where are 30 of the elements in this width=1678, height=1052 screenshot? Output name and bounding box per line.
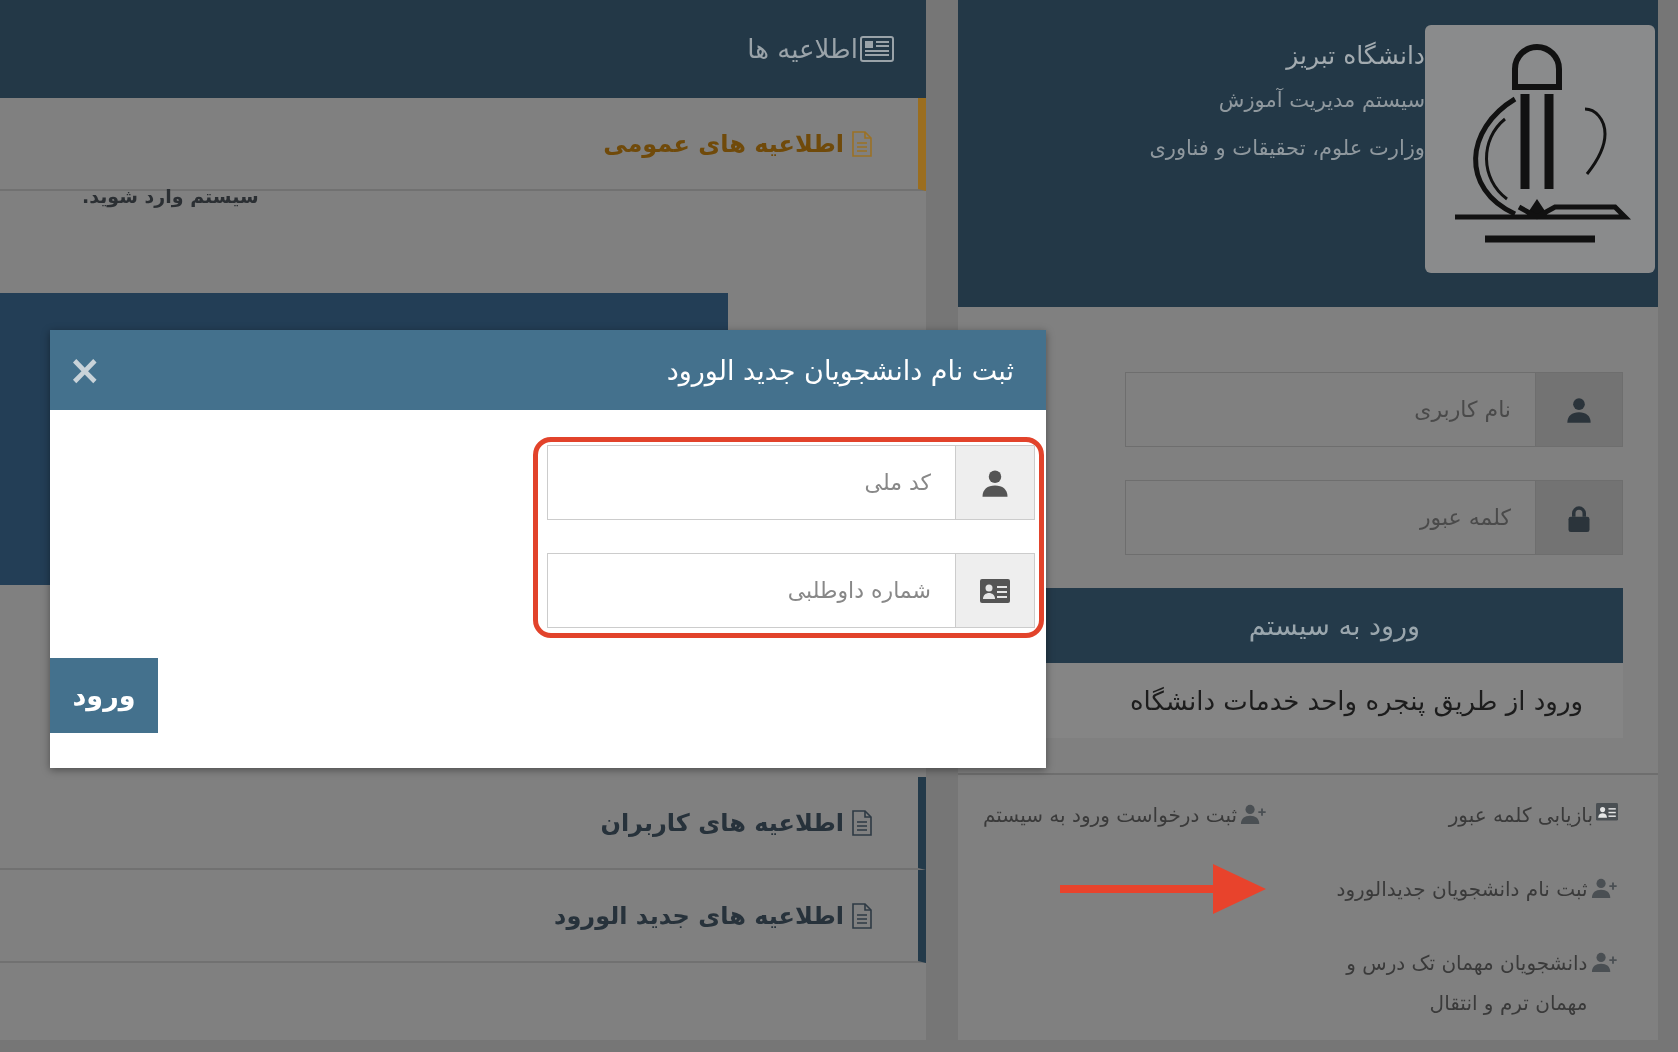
document-icon [852, 130, 872, 157]
submit-button[interactable]: ورود [50, 658, 158, 733]
user-icon [1565, 395, 1593, 424]
section-title: اطلاعیه های عمومی [603, 129, 844, 158]
newspaper-icon [860, 36, 894, 62]
id-card-icon [1596, 803, 1618, 821]
close-button[interactable]: × [64, 350, 106, 390]
link[interactable]: ثبت نام دانشجویان جدیدالورود [1336, 869, 1618, 909]
link[interactable]: دانشجویان مهمان تک درس و مهمان ترم و انتقال [1346, 943, 1618, 1023]
document-icon [852, 902, 872, 929]
user-plus-icon [1590, 951, 1618, 973]
id-card-icon [980, 578, 1010, 603]
national-code-field[interactable]: کد ملی [547, 445, 955, 520]
link[interactable]: بازیابی کلمه عبور [1448, 795, 1618, 835]
login-button[interactable]: ورود به سیستم [1046, 588, 1623, 663]
section-title: اطلاعیه های جدید الورود [554, 901, 844, 930]
document-icon [852, 809, 872, 836]
link[interactable]: ثبت درخواست ورود به سیستم [983, 795, 1268, 835]
system-name: سیستم مدیریت آموزش [1218, 87, 1425, 114]
section-title: اطلاعیه های کاربران [600, 808, 844, 837]
accordion-item[interactable]: اطلاعیه های جدید الورود [0, 870, 926, 963]
university-name: دانشگاه تبریز [1286, 40, 1425, 72]
ministry-name: وزارت علوم، تحقیقات و فناوری [1149, 135, 1425, 162]
user-plus-icon [1240, 803, 1268, 825]
candidate-number-field[interactable]: شماره داوطلبی [547, 553, 955, 628]
dialog-title: ثبت نام دانشجویان جدید الورود [666, 354, 1014, 386]
panel-title: اطلاعیه ها [747, 34, 858, 64]
accordion-item[interactable]: اطلاعیه های کاربران [0, 777, 926, 870]
sso-login-text[interactable]: ورود از طریق پنجره واحد خدمات دانشگاه [1046, 663, 1623, 738]
user-plus-icon [1590, 877, 1618, 899]
